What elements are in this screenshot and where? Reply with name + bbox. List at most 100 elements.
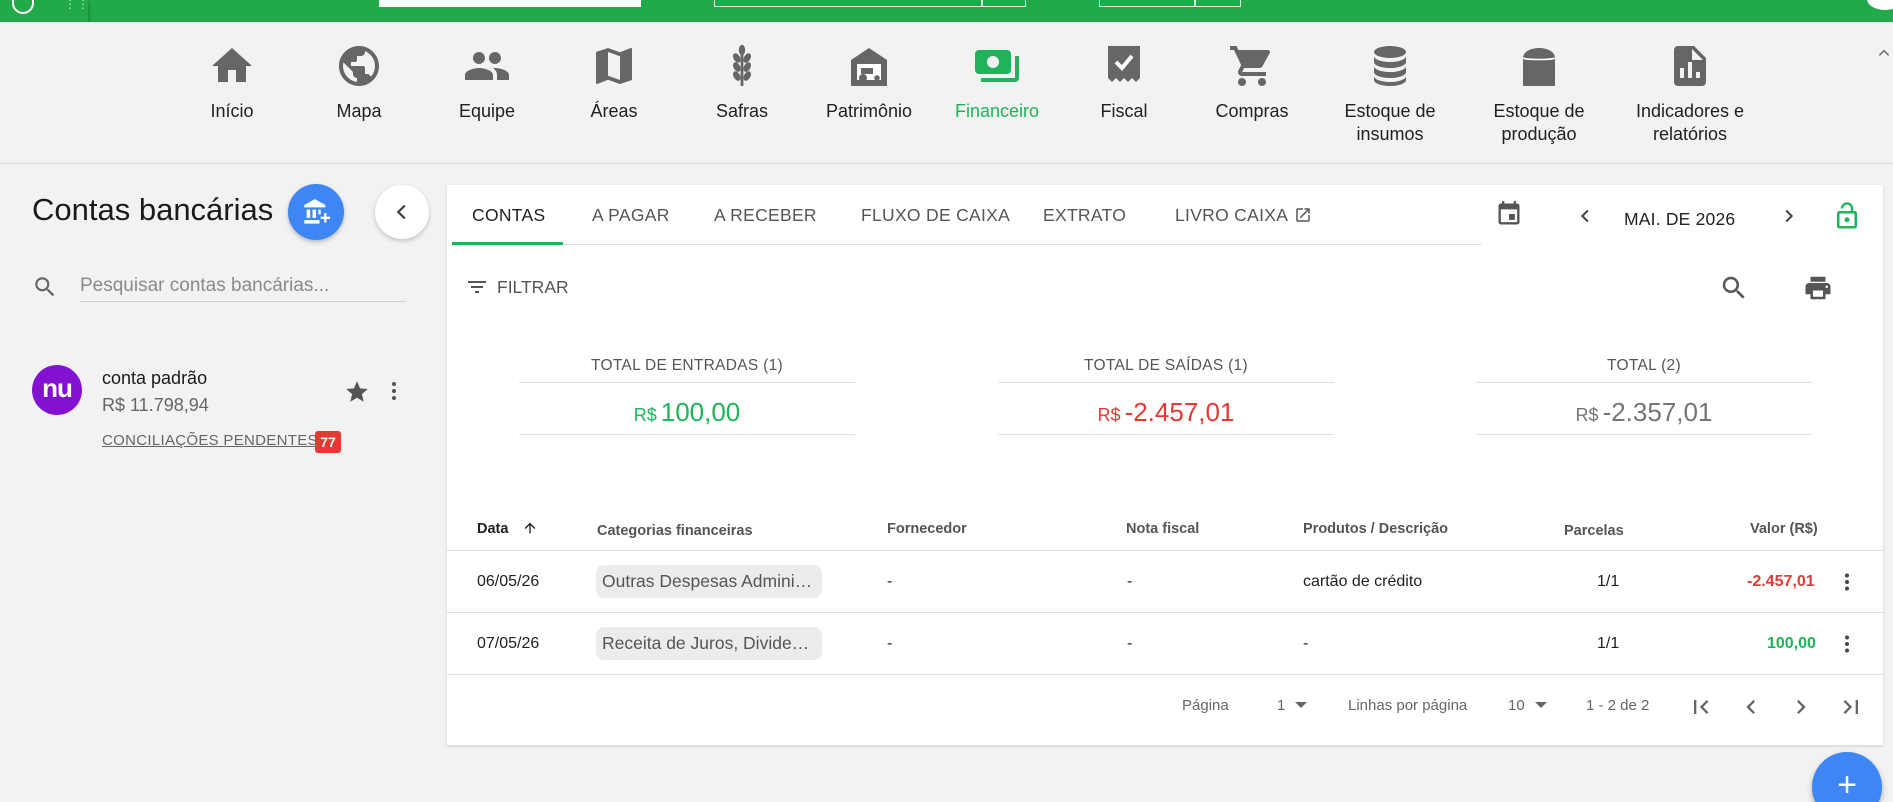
nav-item-fiscal[interactable]: Fiscal xyxy=(1059,42,1189,123)
cell-descricao: - xyxy=(1303,635,1309,652)
drag-handle-icon[interactable]: ⋮⋮ xyxy=(64,0,90,10)
amount: -2.357,01 xyxy=(1602,397,1713,427)
table-row[interactable]: 06/05/26 Outras Despesas Administrativas… xyxy=(447,551,1883,613)
cell-nota-fiscal: - xyxy=(1127,573,1133,590)
transactions-card: CONTAS A PAGAR A RECEBER FLUXO DE CAIXA … xyxy=(447,185,1883,745)
chevron-up-icon[interactable] xyxy=(1877,46,1891,60)
column-header-data[interactable]: Data xyxy=(477,521,508,537)
total-value: R$ 100,00 xyxy=(519,397,855,435)
total-entradas: TOTAL DE ENTRADAS (1) R$ 100,00 xyxy=(519,357,855,435)
star-icon[interactable] xyxy=(344,379,370,405)
filter-button[interactable]: FILTRAR xyxy=(465,275,569,299)
nav-label: Fiscal xyxy=(1100,101,1148,121)
next-page-icon[interactable] xyxy=(1787,693,1815,721)
main-navigation: Início Mapa Equipe Áreas Safras Patrimôn… xyxy=(0,22,1893,164)
nav-item-estoque-insumos[interactable]: Estoque de insumos xyxy=(1325,42,1455,146)
last-page-icon[interactable] xyxy=(1837,693,1865,721)
database-icon xyxy=(1374,46,1406,86)
top-field-1-toggle[interactable] xyxy=(595,0,641,7)
column-header-descricao[interactable]: Produtos / Descrição xyxy=(1303,521,1448,537)
page-title: Contas bancárias xyxy=(32,192,274,227)
rows-per-page-label: Linhas por página xyxy=(1348,697,1468,714)
lock-open-icon[interactable] xyxy=(1832,201,1862,231)
collapse-panel-button[interactable] xyxy=(375,185,429,239)
page-range: 1 - 2 de 2 xyxy=(1586,697,1650,714)
column-header-categorias[interactable]: Categorias financeiras xyxy=(597,523,753,539)
rows-per-page-select[interactable]: 10 xyxy=(1508,697,1547,714)
nav-item-estoque-producao[interactable]: Estoque de produção xyxy=(1474,42,1604,146)
arrow-up-icon[interactable] xyxy=(522,520,538,536)
add-bank-account-button[interactable] xyxy=(288,184,344,240)
cell-valor: -2.457,01 xyxy=(1747,573,1815,590)
nav-label: Safras xyxy=(715,101,769,121)
nav-item-mapa[interactable]: Mapa xyxy=(294,42,424,123)
nav-label: Equipe xyxy=(458,101,516,121)
tab-fluxo-de-caixa[interactable]: FLUXO DE CAIXA xyxy=(861,205,1010,226)
nav-item-inicio[interactable]: Início xyxy=(167,42,297,123)
chevron-right-icon[interactable] xyxy=(1777,205,1799,227)
calendar-icon[interactable] xyxy=(1495,200,1523,228)
filter-label: FILTRAR xyxy=(497,276,569,297)
more-vert-icon[interactable] xyxy=(391,380,397,402)
user-menu-button[interactable] xyxy=(1867,0,1893,10)
nav-item-equipe[interactable]: Equipe xyxy=(422,42,552,123)
column-header-parcelas[interactable]: Parcelas xyxy=(1564,523,1624,539)
cell-parcelas: 1/1 xyxy=(1597,635,1620,652)
nav-item-compras[interactable]: Compras xyxy=(1187,42,1317,123)
total-label: TOTAL DE ENTRADAS (1) xyxy=(519,357,855,383)
open-external-icon xyxy=(1296,208,1310,222)
nav-item-indicadores[interactable]: Indicadores e relatórios xyxy=(1625,42,1755,146)
total-value: R$ -2.357,01 xyxy=(1476,397,1812,435)
pending-reconciliations-link[interactable]: CONCILIAÇÕES PENDENTES xyxy=(102,432,318,449)
pending-count-badge: 77 xyxy=(315,431,341,453)
first-page-icon[interactable] xyxy=(1687,693,1715,721)
tab-contas[interactable]: CONTAS xyxy=(472,205,545,226)
map-icon xyxy=(596,48,632,84)
top-field-2[interactable] xyxy=(714,0,982,7)
column-header-nota-fiscal[interactable]: Nota fiscal xyxy=(1126,521,1199,537)
column-header-valor[interactable]: Valor (R$) xyxy=(1750,521,1818,537)
chevron-left-icon[interactable] xyxy=(1575,205,1597,227)
tab-a-receber[interactable]: A RECEBER xyxy=(714,205,817,226)
page-select[interactable]: 1 xyxy=(1277,697,1308,714)
print-icon[interactable] xyxy=(1803,273,1833,303)
top-field-1[interactable] xyxy=(379,0,595,7)
nav-item-areas[interactable]: Áreas xyxy=(549,42,679,123)
tab-livro-caixa[interactable]: LIVRO CAIXA xyxy=(1175,205,1312,226)
previous-page-icon[interactable] xyxy=(1737,693,1765,721)
silo-icon xyxy=(1522,48,1556,86)
add-transaction-button[interactable]: + xyxy=(1812,752,1882,802)
nav-item-financeiro[interactable]: Financeiro xyxy=(932,42,1062,123)
page-label: Página xyxy=(1182,697,1229,714)
search-accounts-input[interactable] xyxy=(80,270,406,302)
active-tab-indicator xyxy=(452,242,563,245)
nav-item-patrimonio[interactable]: Patrimônio xyxy=(804,42,934,123)
total-saidas: TOTAL DE SAÍDAS (1) R$ -2.457,01 xyxy=(998,357,1334,435)
amount: 100,00 xyxy=(660,397,741,427)
compass-icon xyxy=(12,0,34,14)
total-label: TOTAL (2) xyxy=(1476,357,1812,383)
category-chip: Receita de Juros, Dividendos xyxy=(596,627,822,660)
top-field-3-toggle[interactable] xyxy=(1195,0,1241,7)
current-month: MAI. DE 2026 xyxy=(1624,209,1736,229)
nav-item-safras[interactable]: Safras xyxy=(677,42,807,123)
cell-data: 07/05/26 xyxy=(477,635,540,652)
currency-symbol: R$ xyxy=(1097,405,1121,425)
tab-a-pagar[interactable]: A PAGAR xyxy=(592,205,670,226)
column-header-fornecedor[interactable]: Fornecedor xyxy=(887,521,967,537)
more-vert-icon[interactable] xyxy=(1844,634,1850,654)
top-field-3[interactable] xyxy=(1099,0,1195,7)
cell-data: 06/05/26 xyxy=(477,573,540,590)
account-name: conta padrão xyxy=(102,368,208,388)
bank-account-item[interactable]: nu conta padrão R$ 11.798,94 CONCILIAÇÕE… xyxy=(0,355,440,465)
table-row[interactable]: 07/05/26 Receita de Juros, Dividendos - … xyxy=(447,613,1883,675)
rows-value: 10 xyxy=(1508,697,1525,714)
wheat-icon xyxy=(732,44,752,86)
search-icon[interactable] xyxy=(1719,273,1749,303)
nav-label: Financeiro xyxy=(954,101,1040,121)
cell-nota-fiscal: - xyxy=(1127,635,1133,652)
more-vert-icon[interactable] xyxy=(1844,572,1850,592)
cell-valor: 100,00 xyxy=(1767,635,1816,652)
top-field-2-toggle[interactable] xyxy=(982,0,1026,7)
tab-extrato[interactable]: EXTRATO xyxy=(1043,205,1126,226)
